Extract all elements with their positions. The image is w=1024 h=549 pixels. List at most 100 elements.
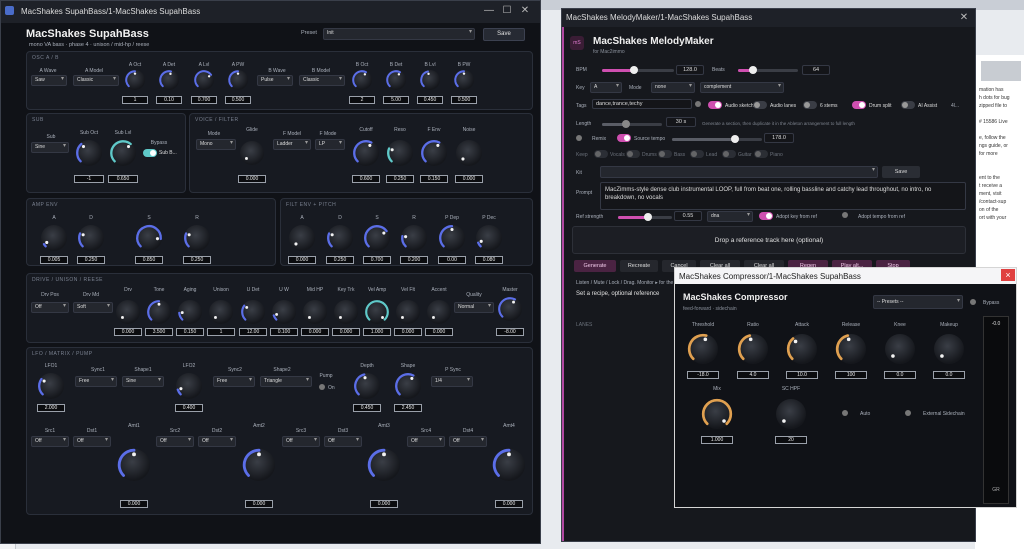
amp-env-0-knob[interactable] (41, 225, 67, 251)
save-button[interactable]: Save (483, 28, 525, 41)
ref-mode-select[interactable]: dna (707, 211, 753, 222)
drive-8-knob[interactable] (365, 300, 389, 324)
drive-10-value[interactable]: 0.000 (425, 328, 453, 336)
beats-slider[interactable] (738, 66, 798, 74)
src-select-2[interactable]: Off (282, 436, 320, 447)
sync1-select[interactable]: Free (75, 376, 117, 387)
amt-value-0[interactable]: 0.000 (120, 500, 148, 508)
bpm-slider[interactable] (602, 66, 674, 74)
osc-a-3-value[interactable]: 0.500 (225, 96, 251, 104)
keep-toggle-5[interactable] (754, 150, 768, 158)
comp-knob-4-value[interactable]: 0.0 (884, 371, 916, 379)
glide-value[interactable]: 0.000 (238, 175, 266, 183)
comp-knob-1-knob[interactable] (737, 334, 768, 364)
comp-knob-0-knob[interactable] (687, 333, 718, 364)
filt-env-3-value[interactable]: 0.200 (400, 256, 428, 264)
voice-0-value[interactable]: 0.600 (352, 175, 380, 183)
filt-env-2-knob[interactable] (364, 225, 390, 251)
voice-2-value[interactable]: 0.150 (420, 175, 448, 183)
comp-knob-2-knob[interactable] (786, 334, 817, 364)
shape2-select[interactable]: Triangle (260, 376, 312, 387)
pump-shape-value[interactable]: 2.450 (394, 404, 422, 412)
action-button-1[interactable]: Recreate (620, 260, 658, 272)
amt-knob-3[interactable] (492, 448, 525, 481)
adopt-key-toggle[interactable] (759, 212, 773, 220)
osc-a-1-knob[interactable] (159, 70, 179, 90)
shape1-select[interactable]: Sine (122, 376, 164, 387)
sub-oct-knob[interactable] (76, 140, 102, 166)
drive-6-knob[interactable] (303, 300, 327, 324)
drive-6-value[interactable]: 0.000 (301, 328, 329, 336)
amp-env-1-value[interactable]: 0.250 (77, 256, 105, 264)
comp-knob-2-value[interactable]: 10.0 (786, 371, 818, 379)
drive-2-value[interactable]: 0.150 (176, 328, 204, 336)
master-value[interactable]: -8.00 (496, 328, 524, 336)
quality-select[interactable]: Normal (454, 302, 494, 313)
amp-env-0-value[interactable]: 0.005 (40, 256, 68, 264)
drive-8-value[interactable]: 1.000 (363, 328, 391, 336)
remix-dot[interactable] (576, 135, 582, 141)
amp-env-1-knob[interactable] (78, 225, 104, 251)
drive-4-knob[interactable] (241, 300, 265, 324)
osc-b-2-knob[interactable] (420, 70, 440, 90)
length-input[interactable]: 30 s (666, 117, 696, 127)
voice-0-knob[interactable] (353, 140, 379, 166)
opt-toggle-1[interactable] (753, 101, 767, 109)
voice-1-value[interactable]: 0.250 (386, 175, 414, 183)
fmode-select[interactable]: LP (315, 139, 345, 150)
comp-presets-select[interactable]: -- Presets -- (873, 295, 963, 309)
comp-mix-knob[interactable] (701, 398, 733, 429)
osc-a-2-value[interactable]: 0.700 (191, 96, 217, 104)
drv-pos-select[interactable]: Off (31, 302, 69, 313)
voice-1-knob[interactable] (387, 140, 413, 166)
amt-knob-0[interactable] (117, 448, 150, 481)
lfo2-knob[interactable] (176, 373, 202, 399)
ref-strength-slider[interactable] (618, 213, 672, 221)
drop-zone[interactable]: Drop a reference track here (optional) (572, 226, 966, 254)
pump-dot[interactable] (319, 384, 325, 390)
comp-auto-dot[interactable] (842, 410, 848, 416)
lfo2-value[interactable]: 0.400 (175, 404, 203, 412)
comp-knob-4-knob[interactable] (885, 334, 915, 364)
lfo1-value[interactable]: 2.000 (37, 404, 65, 412)
sub-bypass-toggle[interactable] (143, 149, 157, 157)
drive-3-value[interactable]: 1 (207, 328, 235, 336)
part-select[interactable]: complement (700, 82, 784, 93)
amp-env-3-knob[interactable] (184, 225, 210, 251)
drive-5-value[interactable]: 0.100 (270, 328, 298, 336)
melody-close-button[interactable]: ✕ (957, 11, 971, 25)
filt-env-1-knob[interactable] (327, 225, 353, 251)
comp-ext-sidechain-dot[interactable] (905, 410, 911, 416)
src-select-1[interactable]: Off (156, 436, 194, 447)
osc-b-3-knob[interactable] (454, 70, 474, 90)
drv-md-select[interactable]: Soft (73, 302, 113, 313)
tags-dot[interactable] (695, 101, 701, 107)
filt-env-1-value[interactable]: 0.250 (326, 256, 354, 264)
filt-env-4-knob[interactable] (439, 225, 465, 251)
sub-wave-select[interactable]: Sine (31, 142, 69, 153)
voice-2-knob[interactable] (421, 140, 447, 166)
mode-select[interactable]: none (651, 82, 695, 93)
drive-9-value[interactable]: 0.000 (394, 328, 422, 336)
sub-lvl-knob[interactable] (110, 140, 136, 166)
lfo1-knob[interactable] (38, 373, 64, 399)
keep-toggle-0[interactable] (594, 150, 608, 158)
a-wave-select[interactable]: Saw (31, 75, 67, 86)
source-tempo-toggle[interactable] (617, 134, 631, 142)
dst-select-1[interactable]: Off (198, 436, 236, 447)
comp-knob-5-value[interactable]: 0.0 (933, 371, 965, 379)
osc-a-2-knob[interactable] (194, 70, 214, 90)
b-wave-select[interactable]: Pulse (257, 75, 293, 86)
bpm-input[interactable]: 128.0 (676, 65, 704, 75)
drive-0-value[interactable]: 0.000 (114, 328, 142, 336)
key-select[interactable]: A (590, 82, 622, 93)
b-model-select[interactable]: Classic (299, 75, 345, 86)
ref-strength-input[interactable]: 0.55 (674, 211, 702, 221)
drive-5-knob[interactable] (272, 300, 296, 324)
depth-knob[interactable] (354, 373, 380, 399)
kit-save-button[interactable]: Save (882, 166, 920, 178)
minimize-button[interactable]: — (482, 4, 496, 18)
osc-a-0-knob[interactable] (125, 70, 145, 90)
master-knob[interactable] (498, 297, 522, 321)
drive-0-knob[interactable] (116, 300, 140, 324)
